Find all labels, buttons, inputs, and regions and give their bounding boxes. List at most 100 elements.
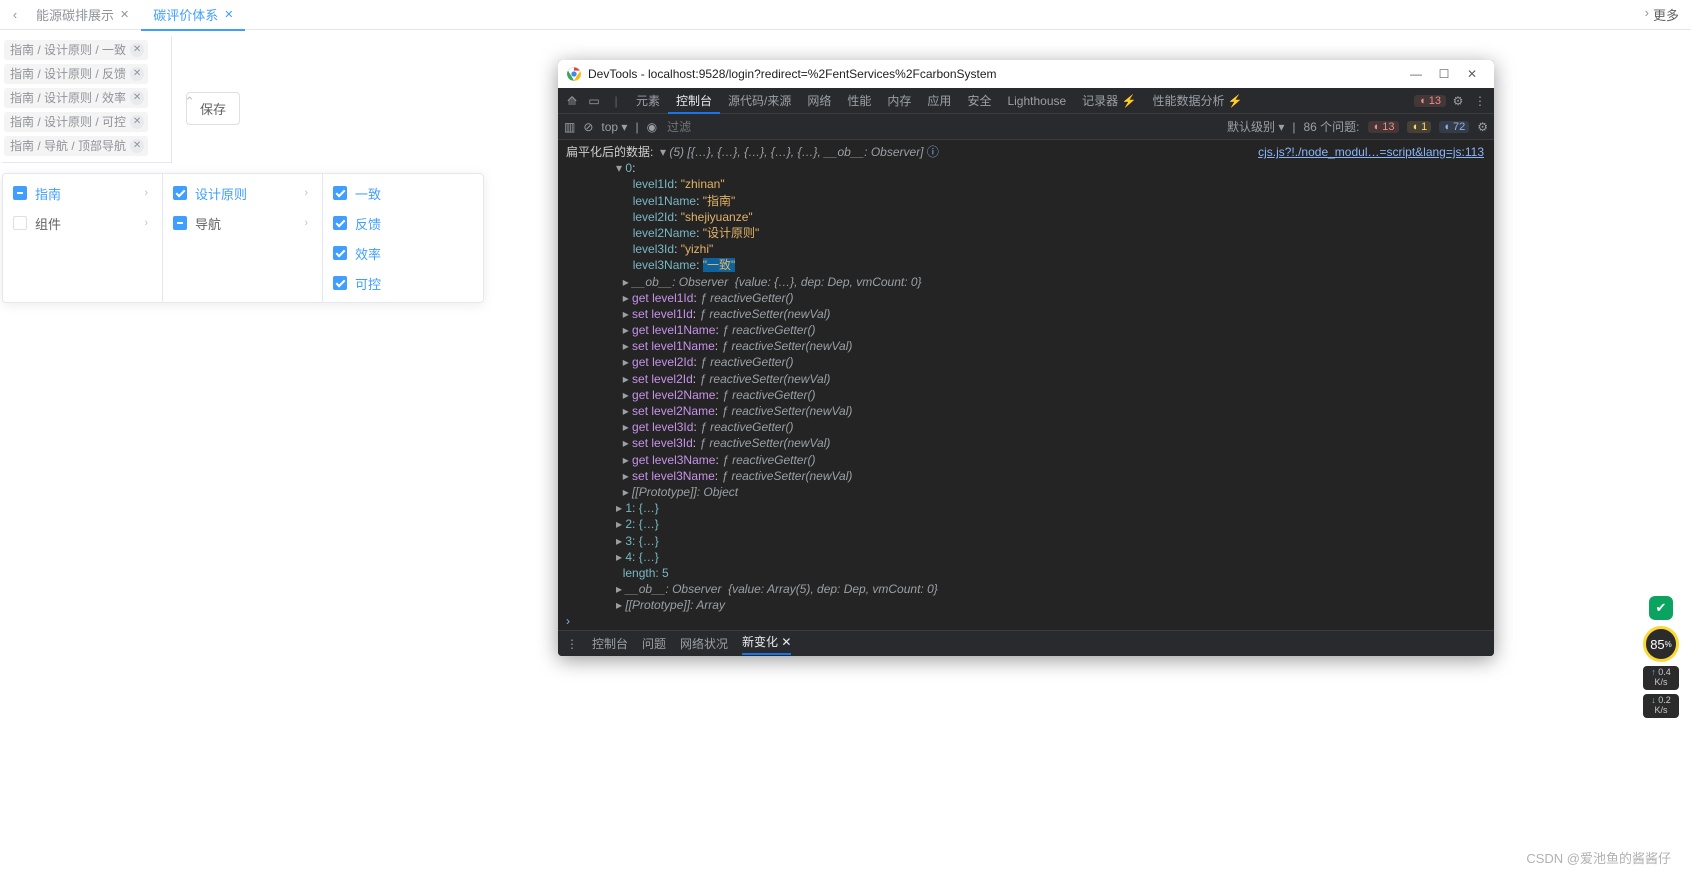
close-icon[interactable]: ✕ [1458, 67, 1486, 81]
download-speed: ↓ 0.2K/s [1643, 694, 1679, 718]
more-button[interactable]: 更多 [1653, 5, 1679, 24]
devtools-titlebar[interactable]: DevTools - localhost:9528/login?redirect… [558, 60, 1494, 88]
drawer-tab[interactable]: 控制台 [592, 635, 628, 652]
cascader-item[interactable]: 可控 [323, 268, 483, 298]
cascader-item[interactable]: 效率 [323, 238, 483, 268]
watermark: CSDN @爱池鱼的酱酱仔 [1526, 848, 1671, 867]
devtools-tab[interactable]: 内存 [879, 87, 919, 113]
devtools-tab[interactable]: 应用 [919, 87, 959, 113]
cascader-item[interactable]: 导航› [163, 208, 322, 238]
error-count-badge[interactable]: ◖ 13 [1414, 95, 1446, 107]
sidebar-toggle-icon[interactable]: ▥ [564, 120, 575, 134]
cascader-item[interactable]: 组件› [3, 208, 162, 238]
shield-icon[interactable]: ✔ [1649, 596, 1673, 620]
checkbox[interactable] [333, 186, 347, 200]
checkbox[interactable] [173, 186, 187, 200]
level-selector[interactable]: 默认级别 ▾ [1227, 118, 1284, 135]
checkbox[interactable] [333, 216, 347, 230]
close-icon[interactable]: ✕ [130, 115, 144, 129]
checkbox[interactable] [333, 246, 347, 260]
source-link[interactable]: cjs.js?!./node_modul…=script&lang=js:113 [1258, 144, 1484, 160]
chevron-up-icon[interactable]: ⌃ [184, 94, 195, 110]
tab-carbon[interactable]: 碳评价体系 ✕ [141, 0, 245, 30]
devtools-tab[interactable]: 网络 [799, 87, 839, 113]
tab-energy[interactable]: 能源碳排展示 ✕ [24, 0, 141, 30]
kebab-icon[interactable]: ⋮ [1470, 94, 1490, 108]
cascader-col-2[interactable]: 设计原则 › 导航› [163, 174, 323, 302]
item-label: 导航 [195, 214, 221, 233]
selected-tags: 指南 / 设计原则 / 一致✕指南 / 设计原则 / 反馈✕指南 / 设计原则 … [2, 36, 172, 163]
checkbox[interactable] [173, 216, 187, 230]
tag-chip[interactable]: 指南 / 设计原则 / 可控✕ [4, 112, 148, 132]
tag-label: 指南 / 设计原则 / 反馈 [10, 65, 126, 83]
devtools-tab[interactable]: Lighthouse [999, 88, 1074, 114]
tab-label: 碳评价体系 [153, 5, 218, 24]
tabs-next[interactable]: › [1645, 5, 1649, 20]
tag-label: 指南 / 导航 / 顶部导航 [10, 137, 126, 155]
close-icon[interactable]: ✕ [130, 91, 144, 105]
issue-error-badge[interactable]: ◖ 13 [1368, 121, 1400, 133]
close-icon[interactable]: ✕ [130, 67, 144, 81]
close-icon[interactable]: ✕ [781, 635, 791, 649]
performance-ring[interactable]: 85% [1643, 626, 1679, 662]
item-label: 一致 [355, 184, 381, 203]
filter-input[interactable] [665, 119, 1219, 135]
minimize-icon[interactable]: — [1402, 67, 1430, 81]
devtools-tab[interactable]: 记录器 ⚡ [1074, 87, 1144, 113]
devtools-tab[interactable]: 源代码/来源 [720, 87, 799, 113]
tab-label: 能源碳排展示 [36, 5, 114, 24]
cascader-col-3[interactable]: 一致反馈效率可控 [323, 174, 483, 302]
chevron-right-icon: › [304, 187, 308, 199]
cascader-item[interactable]: 指南› [3, 178, 162, 208]
close-icon[interactable]: ✕ [120, 8, 129, 21]
cascader-popover: 指南›组件› 设计原则›导航› 一致反馈效率可控 [2, 173, 484, 303]
close-icon[interactable]: ✕ [130, 139, 144, 153]
cascader-item[interactable]: 反馈 [323, 208, 483, 238]
devtools-tab[interactable]: 元素 [628, 87, 668, 113]
close-icon[interactable]: ✕ [224, 8, 233, 21]
devtools-tabs: ⟰ ▭ | 元素控制台源代码/来源网络性能内存应用安全Lighthouse记录器… [558, 88, 1494, 114]
clear-console-icon[interactable]: ⊘ [583, 120, 593, 134]
tag-chip[interactable]: 指南 / 设计原则 / 反馈 ✕ [4, 64, 148, 84]
context-selector[interactable]: top ▾ [601, 120, 627, 134]
maximize-icon[interactable]: ☐ [1430, 67, 1458, 81]
cascader-item[interactable]: 设计原则 › [163, 178, 322, 208]
devtools-tab[interactable]: 性能 [839, 87, 879, 113]
devtools-tab[interactable]: 控制台 [668, 88, 720, 114]
issue-info-badge[interactable]: ◖ 72 [1439, 121, 1469, 133]
tag-chip[interactable]: 指南 / 设计原则 / 效率 ✕ [4, 88, 148, 108]
devtools-tab[interactable]: 性能数据分析 ⚡ [1144, 87, 1250, 113]
devtools-window[interactable]: DevTools - localhost:9528/login?redirect… [558, 60, 1494, 656]
checkbox[interactable] [333, 276, 347, 290]
drawer-tab[interactable]: 问题 [642, 635, 666, 652]
cascader-item[interactable]: 一致 [323, 178, 483, 208]
tag-label: 指南 / 设计原则 / 效率 [10, 89, 126, 107]
device-icon[interactable]: ▭ [584, 94, 604, 108]
tag-chip[interactable]: 指南 / 设计原则 / 一致 ✕ [4, 40, 148, 60]
cascader-col-1[interactable]: 指南›组件› [3, 174, 163, 302]
item-label: 设计原则 [195, 184, 247, 203]
issues-label[interactable]: 86 个问题: [1303, 118, 1359, 135]
inspect-icon[interactable]: ⟰ [562, 94, 582, 108]
live-expression-icon[interactable]: ◉ [647, 120, 657, 134]
upload-speed: ↑ 0.4K/s [1643, 666, 1679, 690]
drawer-tab[interactable]: 新变化 ✕ [742, 633, 791, 655]
close-icon[interactable]: ✕ [130, 43, 144, 57]
tag-chip[interactable]: 指南 / 导航 / 顶部导航 ✕ [4, 136, 148, 156]
tabs-prev[interactable]: ‹ [6, 7, 24, 22]
drawer-tabs: ⋮ 控制台问题网络状况新变化 ✕ [558, 630, 1494, 656]
drawer-tab[interactable]: 网络状况 [680, 635, 728, 652]
item-label: 可控 [355, 274, 381, 293]
devtools-tab[interactable]: 安全 [959, 87, 999, 113]
devtools-title: DevTools - localhost:9528/login?redirect… [588, 67, 997, 81]
gear-icon[interactable]: ⚙ [1448, 94, 1468, 108]
tag-label: 指南 / 设计原则 / 一致 [10, 41, 126, 59]
chevron-right-icon: › [144, 217, 148, 229]
checkbox[interactable] [13, 186, 27, 200]
kebab-icon[interactable]: ⋮ [566, 637, 578, 651]
gear-icon[interactable]: ⚙ [1477, 120, 1488, 134]
issue-warn-badge[interactable]: ◖ 1 [1407, 121, 1431, 133]
chrome-icon [566, 66, 582, 82]
console-output[interactable]: 扁平化后的数据: ▾ (5) [{…}, {…}, {…}, {…}, {…},… [558, 140, 1494, 630]
checkbox[interactable] [13, 216, 27, 230]
